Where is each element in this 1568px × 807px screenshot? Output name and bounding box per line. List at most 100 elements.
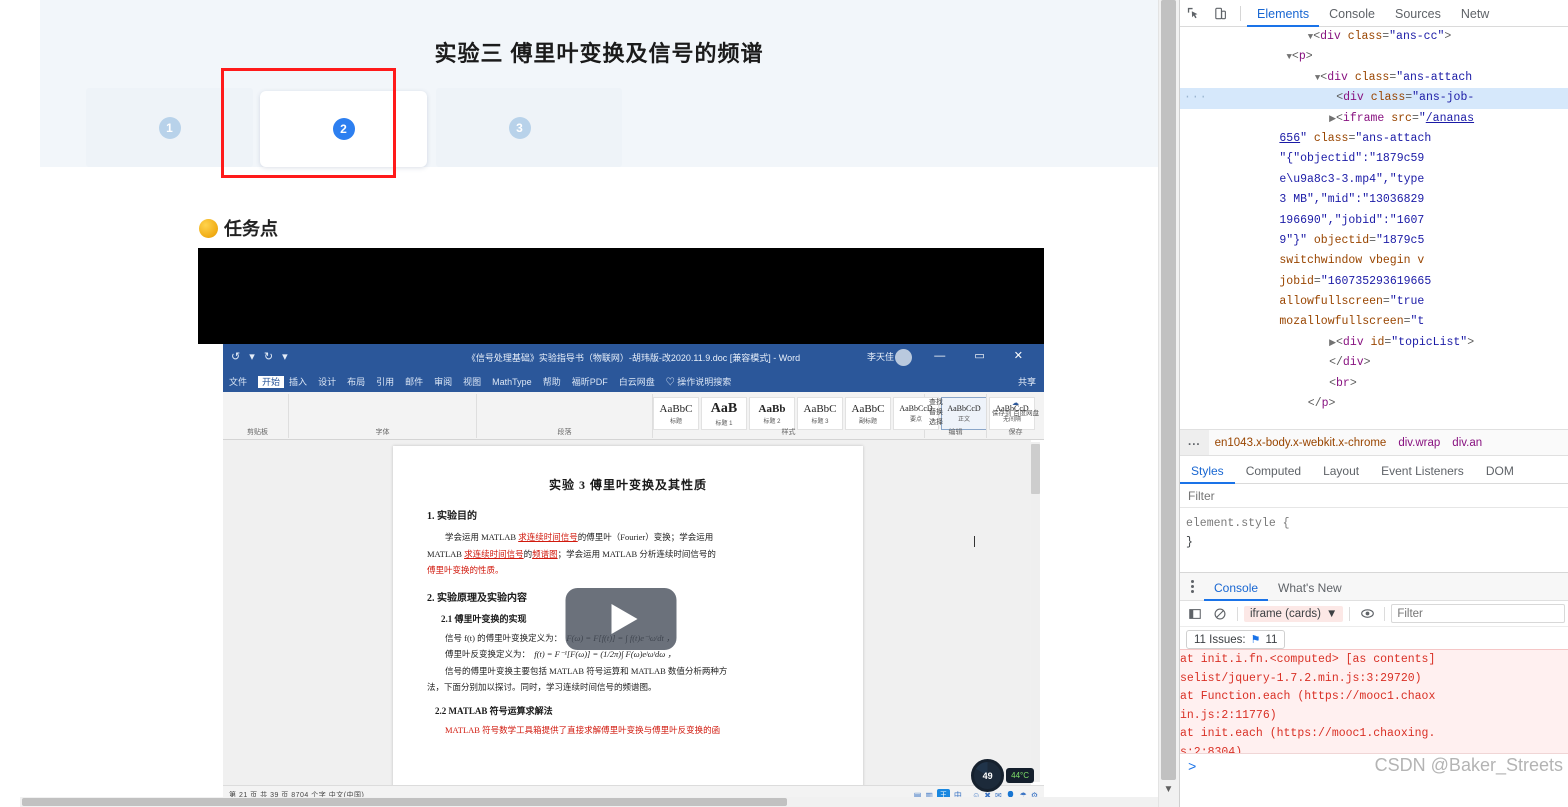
- dom-tree-row-14[interactable]: mozallowfullscreen="t: [1180, 312, 1568, 332]
- dom-tree-row-18[interactable]: </p>: [1180, 394, 1568, 414]
- dom-tree-row-8[interactable]: 3 MB","mid":"13036829: [1180, 190, 1568, 210]
- dom-tree-row-12[interactable]: jobid="160735293619665: [1180, 272, 1568, 292]
- ribbon-group-save[interactable]: ☁ 保存到 百度网盘 保存: [987, 394, 1044, 438]
- scroll-down-arrow-icon[interactable]: ▼: [1161, 782, 1176, 798]
- dom-tree-row-16[interactable]: </div>: [1180, 353, 1568, 373]
- drawer-more-options-icon[interactable]: [1180, 573, 1204, 601]
- breadcrumb-item-2[interactable]: div.an: [1446, 437, 1488, 449]
- word-ribbon-tabs[interactable]: 文件 开始 插入 设计 布局 引用 邮件 审阅 视图 MathType 帮助 福昕PDF 白云网盘 ♡ …: [229, 375, 742, 388]
- console-context-selector[interactable]: iframe (cards) ▼: [1244, 605, 1344, 622]
- dom-tree-row-9[interactable]: 196690","jobid":"1607: [1180, 211, 1568, 231]
- video-player[interactable]: ↺ ▾ ↻ ▾ 《信号处理基础》实验指导书（物联网）-胡玮版-改2020.11.…: [198, 248, 1044, 803]
- video-play-button[interactable]: [565, 588, 677, 650]
- drawer-tab-console[interactable]: Console: [1204, 573, 1269, 601]
- word-window-buttons[interactable]: — ▭ ✕: [934, 349, 1036, 362]
- dom-tree-row-1[interactable]: ▼<p>: [1180, 47, 1568, 67]
- dom-tree-row-15[interactable]: ▶<div id="topicList">: [1180, 333, 1568, 353]
- style-label-1: 标题 1: [715, 420, 733, 427]
- dom-row-toggle-icon[interactable]: ▶: [1329, 338, 1336, 348]
- dom-tree[interactable]: ▼<div class="ans-cc"> ▼<p> ▼<div class="an…: [1180, 27, 1568, 429]
- tab-event-listeners[interactable]: Event Listeners: [1370, 456, 1475, 484]
- ribbon-group-styles[interactable]: AaBbC 标题 AaB 标题 1 AaBb 标题 2 AaBbC 标题 3 AaBbC…: [653, 394, 1035, 438]
- dom-tree-row-17[interactable]: <br>: [1180, 374, 1568, 394]
- dom-token-punc: >: [1467, 335, 1475, 349]
- style-chip-3[interactable]: AaBbC 标题 3: [797, 397, 843, 430]
- issues-label: 11 Issues:: [1194, 633, 1246, 646]
- play-triangle-icon: [611, 604, 637, 634]
- dom-tree-row-4[interactable]: ▶<iframe src="/ananas: [1180, 109, 1568, 129]
- console-filter-field[interactable]: [1391, 604, 1565, 623]
- dom-tree-row-6[interactable]: "{"objectid":"1879c59: [1180, 149, 1568, 169]
- console-message-list[interactable]: at init.i.fn.<computed> [as contents] sel…: [1180, 649, 1568, 753]
- styles-filter-row[interactable]: [1180, 484, 1568, 508]
- breadcrumb-item-0[interactable]: en1043.x-body.x-webkit.x-chrome: [1209, 437, 1393, 449]
- breadcrumb[interactable]: ... en1043.x-body.x-webkit.x-chrome div.…: [1180, 429, 1568, 456]
- dom-tree-row-0[interactable]: ▼<div class="ans-cc">: [1180, 27, 1568, 47]
- ribbon-select-button[interactable]: 选择: [929, 417, 986, 427]
- dom-token-punc: =: [1411, 111, 1419, 125]
- tab-sources[interactable]: Sources: [1385, 0, 1451, 27]
- tab-computed[interactable]: Computed: [1235, 456, 1312, 484]
- dom-tree-row-11[interactable]: switchwindow vbegin v: [1180, 251, 1568, 271]
- page-vertical-scrollbar-thumb[interactable]: [1161, 0, 1176, 780]
- chapter-card-1[interactable]: 1: [86, 88, 253, 167]
- dom-token-val: "ans-attach: [1355, 131, 1432, 145]
- dom-tree-row-5[interactable]: 656" class="ans-attach: [1180, 129, 1568, 149]
- chapter-card-strip: 1 2 3: [40, 88, 1158, 167]
- drawer-tab-whats-new[interactable]: What's New: [1268, 573, 1352, 601]
- dom-tree-row-3[interactable]: ··· <div class="ans-job-: [1180, 88, 1568, 109]
- tab-network[interactable]: Netw: [1451, 0, 1499, 27]
- ribbon-group-paragraph[interactable]: 段落: [477, 394, 653, 438]
- console-sidebar-icon[interactable]: [1184, 603, 1206, 625]
- page-left-gutter: [0, 0, 40, 807]
- tab-layout[interactable]: Layout: [1312, 456, 1370, 484]
- doc-p1-u1: 求连续时间信号: [518, 532, 578, 542]
- chapter-card-partial[interactable]: [562, 88, 622, 167]
- page-horizontal-scrollbar-thumb[interactable]: [22, 798, 787, 806]
- style-chip-1[interactable]: AaB 标题 1: [701, 397, 747, 430]
- ribbon-group-editing[interactable]: 查找 替换 选择 编辑: [925, 394, 987, 438]
- tab-elements[interactable]: Elements: [1247, 0, 1320, 27]
- style-chip-0[interactable]: AaBbC 标题: [653, 397, 699, 430]
- dom-token-punc: =: [1313, 274, 1321, 288]
- doc-title: 实验 3 傅里叶变换及其性质: [548, 478, 707, 492]
- device-toolbar-icon[interactable]: [1207, 0, 1234, 27]
- dom-token-tag: iframe: [1342, 111, 1385, 125]
- styles-filter-input[interactable]: [1180, 484, 1568, 507]
- tab-console[interactable]: Console: [1319, 0, 1385, 27]
- word-share-button[interactable]: 共享: [1018, 375, 1036, 388]
- word-account-name[interactable]: 李天佳: [867, 350, 894, 363]
- inspect-element-icon[interactable]: [1180, 0, 1207, 27]
- word-vertical-scrollbar-thumb[interactable]: [1031, 444, 1040, 494]
- ribbon-find-button[interactable]: 查找: [929, 397, 986, 407]
- clear-console-icon[interactable]: [1209, 603, 1231, 625]
- breadcrumb-item-1[interactable]: div.wrap: [1392, 437, 1446, 449]
- tab-dom-breakpoints[interactable]: DOM: [1475, 456, 1525, 484]
- styles-rule-selector[interactable]: element.style {: [1186, 514, 1568, 533]
- live-expression-icon[interactable]: [1356, 603, 1378, 625]
- dom-tree-row-7[interactable]: e\u9a8c3-3.mp4","type: [1180, 170, 1568, 190]
- ribbon-replace-button[interactable]: 替换: [929, 407, 986, 417]
- dom-token-lnk: /ananas: [1425, 111, 1475, 125]
- breadcrumb-more-button[interactable]: ...: [1180, 430, 1209, 455]
- chapter-card-2[interactable]: 2: [260, 91, 427, 167]
- style-preview-2: AaBb: [758, 402, 786, 415]
- cpu-gauge: 49: [971, 759, 1005, 792]
- dom-row-toggle-icon[interactable]: ▶: [1329, 114, 1336, 124]
- ribbon-group-font[interactable]: 字体: [289, 394, 477, 438]
- dom-token-val: ": [1300, 131, 1308, 145]
- tab-styles[interactable]: Styles: [1180, 456, 1235, 484]
- dom-tree-row-13[interactable]: allowfullscreen="true: [1180, 292, 1568, 312]
- style-chip-2[interactable]: AaBb 标题 2: [749, 397, 795, 430]
- style-chip-4[interactable]: AaBbC 副标题: [845, 397, 891, 430]
- doc-p2-c: ；学会运用 MATLAB 分析连续时间信号的: [557, 548, 716, 559]
- issues-chip[interactable]: 11 Issues: ⚑ 11: [1186, 630, 1286, 649]
- doc-heading-1: 1. 实验目的: [427, 511, 477, 522]
- console-filter-input[interactable]: [1392, 606, 1564, 621]
- ribbon-group-clipboard[interactable]: 剪贴板: [227, 394, 289, 438]
- desktop-weather-widget[interactable]: 49 44°C: [971, 759, 1034, 792]
- dom-tree-row-10[interactable]: 9"}" objectid="1879c5: [1180, 231, 1568, 251]
- word-account-avatar[interactable]: [895, 349, 912, 366]
- doc-p2-u1: 求连续时间信号: [464, 548, 524, 559]
- dom-tree-row-2[interactable]: ▼<div class="ans-attach: [1180, 68, 1568, 88]
